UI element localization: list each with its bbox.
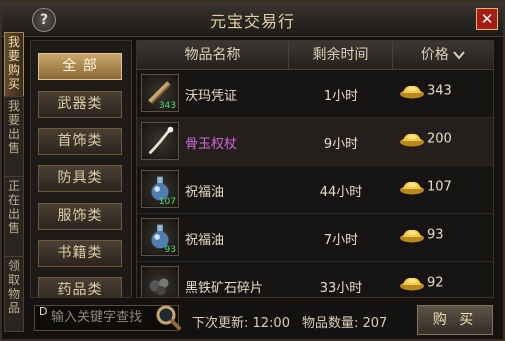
item-price-value: 93: [427, 227, 444, 243]
item-remaining-time: 44小时: [319, 185, 363, 200]
category-potions[interactable]: 药品类: [38, 277, 122, 297]
search-prefix: D: [39, 305, 48, 318]
header-remaining-time[interactable]: 剩余时间: [289, 41, 393, 69]
tab-on-sale[interactable]: 正在出售: [4, 176, 24, 258]
title-bar: ? 元宝交易行 ✕: [2, 2, 503, 37]
item-quantity: 343: [158, 101, 176, 111]
header-item-name[interactable]: 物品名称: [137, 41, 289, 69]
potion-icon: 107: [141, 170, 179, 208]
category-armor[interactable]: 防具类: [38, 165, 122, 192]
tab-sell[interactable]: 我要出售: [4, 96, 24, 178]
item-remaining-time: 7小时: [323, 233, 359, 248]
search-icon[interactable]: [154, 303, 182, 331]
item-name: 祝福油: [185, 185, 225, 200]
item-price-value: 200: [427, 131, 452, 147]
item-name: 骨玉权杖: [185, 137, 238, 152]
item-name: 祝福油: [185, 233, 225, 248]
item-table: 物品名称 剩余时间 价格 343 沃玛凭证 1小时 343 骨玉权杖 9小时 200 107 祝…: [136, 40, 494, 298]
buy-button[interactable]: 购 买: [417, 305, 493, 335]
scroll-icon: 343: [141, 74, 179, 112]
close-button[interactable]: ✕: [476, 8, 498, 30]
gold-ingot-icon: [399, 228, 427, 243]
table-header: 物品名称 剩余时间 价格: [137, 41, 493, 70]
window-title: 元宝交易行: [209, 12, 295, 31]
potion-icon: 93: [141, 218, 179, 256]
category-clothing[interactable]: 服饰类: [38, 203, 122, 230]
category-panel: 全 部 武器类 首饰类 防具类 服饰类 书籍类 药品类: [30, 40, 132, 298]
item-price-value: 107: [427, 179, 452, 195]
header-price-label: 价格: [420, 47, 449, 63]
table-row[interactable]: 93 祝福油 7小时 93: [137, 214, 493, 262]
category-all[interactable]: 全 部: [38, 53, 122, 80]
table-row[interactable]: 黑铁矿石碎片 33小时 92: [137, 262, 493, 297]
chevron-down-icon: [453, 51, 465, 60]
item-price: 343: [399, 83, 452, 99]
item-remaining-time: 9小时: [323, 137, 359, 152]
tab-claim-items[interactable]: 领取物品: [4, 256, 24, 332]
item-count-text: 物品数量: 207: [302, 316, 388, 331]
ore-icon: [141, 266, 179, 297]
item-price: 200: [399, 131, 452, 147]
item-price: 107: [399, 179, 452, 195]
header-price[interactable]: 价格: [393, 41, 493, 69]
category-books[interactable]: 书籍类: [38, 240, 122, 267]
table-row[interactable]: 343 沃玛凭证 1小时 343: [137, 70, 493, 118]
tab-buy[interactable]: 我要购买: [4, 32, 24, 98]
item-name: 沃玛凭证: [185, 89, 238, 104]
gold-ingot-icon: [399, 132, 427, 147]
category-weapons[interactable]: 武器类: [38, 91, 122, 118]
table-row[interactable]: 107 祝福油 44小时 107: [137, 166, 493, 214]
gold-ingot-icon: [399, 276, 427, 291]
category-jewelry[interactable]: 首饰类: [38, 128, 122, 155]
item-price: 92: [399, 275, 444, 291]
item-quantity: 93: [164, 245, 176, 255]
item-name: 黑铁矿石碎片: [185, 281, 264, 296]
next-update-text: 下次更新: 12:00: [192, 316, 290, 331]
gold-ingot-icon: [399, 180, 427, 195]
item-remaining-time: 1小时: [323, 89, 359, 104]
gold-ingot-icon: [399, 84, 427, 99]
item-price-value: 343: [427, 83, 452, 99]
item-price-value: 92: [427, 275, 444, 291]
item-price: 93: [399, 227, 444, 243]
table-row[interactable]: 骨玉权杖 9小时 200: [137, 118, 493, 166]
search-placeholder: 输入关键字查找: [51, 310, 143, 325]
item-quantity: 107: [158, 197, 176, 207]
staff-icon: [141, 122, 179, 160]
item-remaining-time: 33小时: [319, 281, 363, 296]
trade-window: ? 元宝交易行 ✕ 我要购买 我要出售 正在出售 领取物品 全 部 武器类 首饰…: [0, 0, 505, 341]
